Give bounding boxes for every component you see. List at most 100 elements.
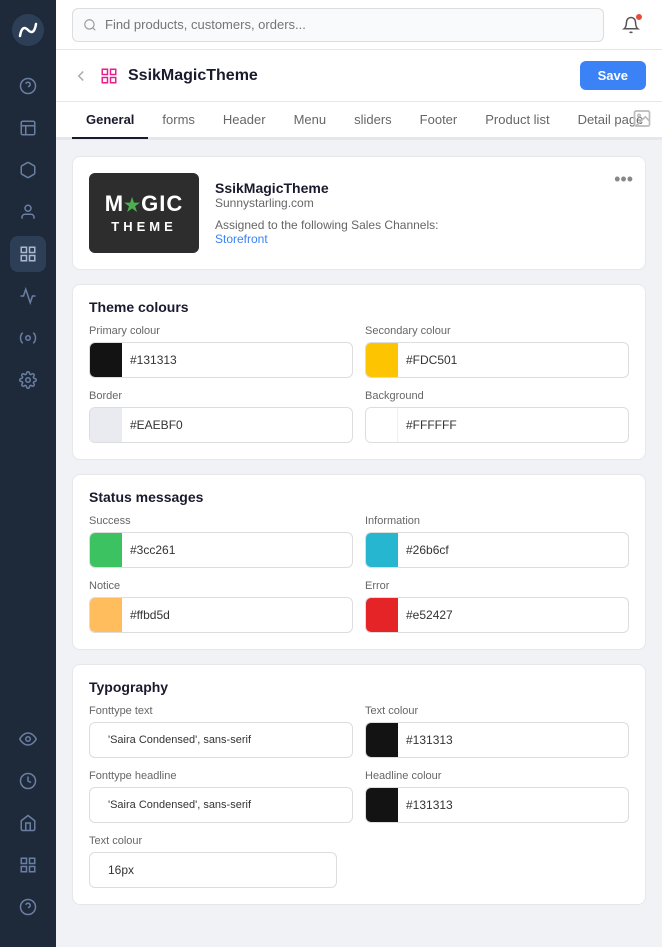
background-colour-swatch[interactable] xyxy=(366,407,398,443)
primary-colour-swatch[interactable] xyxy=(90,342,122,378)
secondary-colour-field: Secondary colour xyxy=(365,325,629,378)
tab-product-list[interactable]: Product list xyxy=(471,102,563,139)
theme-colours-grid: Primary colour Secondary colour xyxy=(89,325,629,443)
tab-menu[interactable]: Menu xyxy=(280,102,341,139)
fonttype-headline-label: Fonttype headline xyxy=(89,770,353,782)
notification-bell[interactable] xyxy=(616,10,646,40)
secondary-colour-label: Secondary colour xyxy=(365,325,629,337)
information-label: Information xyxy=(365,515,629,527)
tab-forms[interactable]: forms xyxy=(148,102,209,139)
search-input[interactable] xyxy=(105,17,593,32)
error-input[interactable] xyxy=(365,597,629,633)
theme-channel-link[interactable]: Storefront xyxy=(215,232,629,246)
topbar-icons xyxy=(616,10,646,40)
notice-label: Notice xyxy=(89,580,353,592)
theme-logo: M★GIC THEME xyxy=(89,173,199,253)
primary-colour-field: Primary colour xyxy=(89,325,353,378)
fonttype-headline-field: Fonttype headline xyxy=(89,770,353,823)
sidebar-item-integrations[interactable] xyxy=(10,320,46,356)
secondary-colour-input[interactable] xyxy=(365,342,629,378)
information-value[interactable] xyxy=(398,543,628,557)
main-content: SsikMagicTheme Save General forms Header… xyxy=(56,0,662,947)
notice-field: Notice xyxy=(89,580,353,633)
primary-colour-label: Primary colour xyxy=(89,325,353,337)
border-colour-field: Border xyxy=(89,390,353,443)
sidebar-logo[interactable] xyxy=(10,12,46,48)
success-field: Success xyxy=(89,515,353,568)
typography-body: Fonttype text Text colour xyxy=(73,705,645,904)
typography-card: Typography Fonttype text Text colour xyxy=(72,664,646,905)
tab-general[interactable]: General xyxy=(72,102,148,139)
text-colour-swatch[interactable] xyxy=(366,722,398,758)
error-swatch[interactable] xyxy=(366,597,398,633)
primary-colour-value[interactable] xyxy=(122,353,352,367)
border-colour-label: Border xyxy=(89,390,353,402)
information-swatch[interactable] xyxy=(366,532,398,568)
fonttype-text-input[interactable] xyxy=(89,722,353,758)
secondary-colour-swatch[interactable] xyxy=(366,342,398,378)
sidebar-item-clock[interactable] xyxy=(10,763,46,799)
text-size-value[interactable] xyxy=(100,863,326,877)
tabs: General forms Header Menu sliders Footer… xyxy=(56,102,662,139)
sidebar-item-shop[interactable] xyxy=(10,805,46,841)
headline-colour-value[interactable] xyxy=(398,798,628,812)
success-label: Success xyxy=(89,515,353,527)
sidebar-item-grid[interactable] xyxy=(10,847,46,883)
sidebar-item-customers[interactable] xyxy=(10,194,46,230)
fonttype-headline-input[interactable] xyxy=(89,787,353,823)
sidebar-item-settings[interactable] xyxy=(10,362,46,398)
fonttype-headline-value[interactable] xyxy=(100,799,342,811)
topbar xyxy=(56,0,662,50)
notice-swatch[interactable] xyxy=(90,597,122,633)
image-panel-icon[interactable] xyxy=(632,108,652,133)
notice-input[interactable] xyxy=(89,597,353,633)
background-colour-label: Background xyxy=(365,390,629,402)
sidebar-item-themes[interactable] xyxy=(10,236,46,272)
search-box[interactable] xyxy=(72,8,604,42)
border-colour-input[interactable] xyxy=(89,407,353,443)
sidebar-item-help[interactable] xyxy=(10,68,46,104)
theme-domain: Sunnystarling.com xyxy=(215,196,629,210)
border-colour-value[interactable] xyxy=(122,418,352,432)
sidebar-item-orders[interactable] xyxy=(10,110,46,146)
fonttype-text-field: Fonttype text xyxy=(89,705,353,758)
back-button[interactable] xyxy=(72,67,90,85)
typography-title: Typography xyxy=(73,665,645,705)
save-button[interactable]: Save xyxy=(580,61,646,90)
error-value[interactable] xyxy=(398,608,628,622)
text-colour-input[interactable] xyxy=(365,722,629,758)
information-input[interactable] xyxy=(365,532,629,568)
sidebar-item-eye[interactable] xyxy=(10,721,46,757)
headline-colour-label: Headline colour xyxy=(365,770,629,782)
theme-assigned-label: Assigned to the following Sales Channels… xyxy=(215,218,629,232)
sidebar-item-products[interactable] xyxy=(10,152,46,188)
theme-details: SsikMagicTheme Sunnystarling.com Assigne… xyxy=(215,180,629,246)
tab-sliders[interactable]: sliders xyxy=(340,102,406,139)
headline-colour-input[interactable] xyxy=(365,787,629,823)
primary-colour-input[interactable] xyxy=(89,342,353,378)
theme-more-button[interactable]: ••• xyxy=(614,169,633,190)
success-value[interactable] xyxy=(122,543,352,557)
fonttype-text-label: Fonttype text xyxy=(89,705,353,717)
tab-footer[interactable]: Footer xyxy=(406,102,472,139)
status-messages-card: Status messages Success Information xyxy=(72,474,646,650)
theme-info: M★GIC THEME SsikMagicTheme Sunnystarling… xyxy=(73,157,645,269)
tab-header[interactable]: Header xyxy=(209,102,280,139)
text-size-label: Text colour xyxy=(89,835,629,847)
background-colour-value[interactable] xyxy=(398,418,628,432)
sidebar-item-help-bottom[interactable] xyxy=(10,889,46,925)
text-colour-value[interactable] xyxy=(398,733,628,747)
secondary-colour-value[interactable] xyxy=(398,353,628,367)
text-size-input[interactable] xyxy=(89,852,337,888)
success-input[interactable] xyxy=(89,532,353,568)
notice-value[interactable] xyxy=(122,608,352,622)
status-messages-body: Success Information xyxy=(73,515,645,649)
border-colour-swatch[interactable] xyxy=(90,407,122,443)
theme-colours-body: Primary colour Secondary colour xyxy=(73,325,645,459)
fonttype-text-value[interactable] xyxy=(100,734,342,746)
success-swatch[interactable] xyxy=(90,532,122,568)
sidebar-item-marketing[interactable] xyxy=(10,278,46,314)
background-colour-input[interactable] xyxy=(365,407,629,443)
headline-colour-swatch[interactable] xyxy=(366,787,398,823)
error-label: Error xyxy=(365,580,629,592)
